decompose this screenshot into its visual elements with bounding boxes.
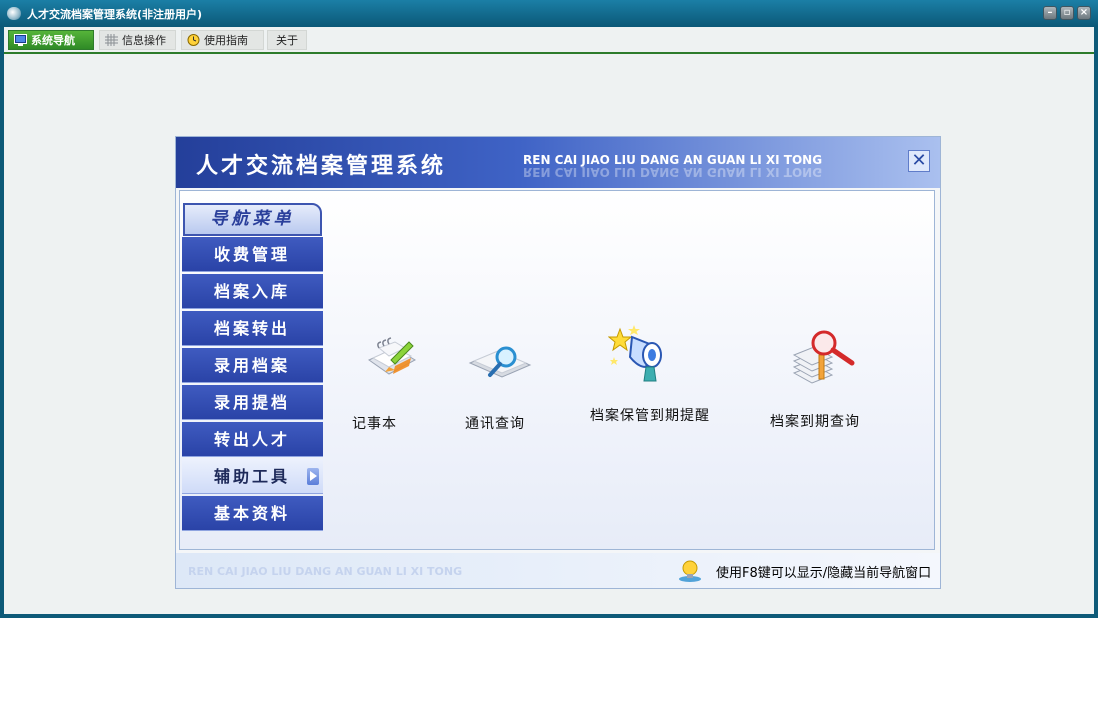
navigation-panel: 人才交流档案管理系统 REN CAI JIAO LIU DANG AN GUAN…	[175, 136, 941, 589]
menu-item-label: 辅助工具	[214, 467, 291, 486]
menu-item-label: 档案转出	[214, 319, 291, 338]
menu-item-fee-management[interactable]: 收费管理	[182, 237, 323, 272]
app-icon	[7, 7, 21, 20]
close-window-button[interactable]: ×	[1077, 6, 1091, 20]
tab-system-navigation[interactable]: 系统导航	[8, 30, 94, 50]
lightbulb-icon	[679, 560, 701, 582]
window-title: 人才交流档案管理系统(非注册用户)	[27, 8, 203, 21]
menu-item-archive-in[interactable]: 档案入库	[182, 274, 323, 309]
panel-banner: 人才交流档案管理系统 REN CAI JIAO LIU DANG AN GUAN…	[176, 137, 940, 188]
address-search-icon	[468, 346, 532, 378]
reminder-icon	[608, 325, 662, 382]
footer-title-en: REN CAI JIAO LIU DANG AN GUAN LI XI TONG	[188, 565, 463, 578]
notepad-icon	[368, 337, 417, 375]
tool-archive-expiry-reminder[interactable]: 档案保管到期提醒	[590, 323, 730, 431]
tab-info-operations[interactable]: 信息操作	[99, 30, 176, 50]
tab-label: 信息操作	[122, 34, 166, 47]
tool-label: 档案到期查询	[770, 414, 860, 430]
monitor-icon	[14, 34, 27, 46]
tool-label: 通讯查询	[465, 416, 525, 432]
tab-label: 系统导航	[31, 34, 75, 47]
tab-user-guide[interactable]: 使用指南	[181, 30, 264, 50]
menu-item-hired-retrieval[interactable]: 录用提档	[182, 385, 323, 420]
tool-label: 档案保管到期提醒	[590, 408, 710, 424]
menu-header: 导航菜单	[183, 203, 322, 236]
menu-item-label: 录用提档	[214, 393, 291, 412]
tool-address-search[interactable]: 通讯查询	[464, 331, 544, 432]
tab-label: 关于	[276, 34, 298, 47]
clock-icon	[187, 34, 200, 46]
menu-item-hired-archives[interactable]: 录用档案	[182, 348, 323, 383]
tool-notepad[interactable]: 记事本	[352, 331, 430, 432]
menu-item-label: 收费管理	[214, 245, 291, 264]
panel-footer: REN CAI JIAO LIU DANG AN GUAN LI XI TONG…	[176, 553, 940, 588]
menu-item-label: 档案入库	[214, 282, 291, 301]
title-bar[interactable]: 人才交流档案管理系统(非注册用户) – ▫ ×	[0, 0, 1098, 27]
menu-item-basic-data[interactable]: 基本资料	[182, 496, 323, 531]
menu-item-transfer-talent[interactable]: 转出人才	[182, 422, 323, 457]
file-search-icon	[792, 330, 855, 384]
panel-title-en-reflection: REN CAI JIAO LIU DANG AN GUAN LI XI TONG	[523, 165, 823, 179]
tab-bar: 系统导航 信息操作 使用指南 关于	[4, 27, 1094, 54]
tab-about[interactable]: 关于	[267, 30, 307, 50]
menu-item-archive-out[interactable]: 档案转出	[182, 311, 323, 346]
f8-hint: 使用F8键可以显示/隐藏当前导航窗口	[716, 566, 932, 581]
restore-button[interactable]: ▫	[1060, 6, 1074, 20]
panel-title: 人才交流档案管理系统	[196, 154, 447, 179]
tab-label: 使用指南	[204, 34, 248, 47]
tool-label: 记事本	[352, 416, 397, 432]
panel-content: 导航菜单 收费管理 档案入库 档案转出 录用档案 录用提档 转出人才 辅助工具 …	[179, 190, 935, 550]
arrow-right-icon	[307, 468, 319, 485]
tool-archive-expiry-query[interactable]: 档案到期查询	[770, 329, 880, 431]
panel-close-button[interactable]: ✕	[908, 150, 930, 172]
minimize-button[interactable]: –	[1043, 6, 1057, 20]
menu-item-label: 基本资料	[214, 504, 291, 523]
grid-icon	[105, 34, 118, 46]
client-area: 系统导航 信息操作 使用指南 关于 人才交流档案管理系统 REN CAI JIA…	[4, 27, 1094, 614]
menu-item-label: 录用档案	[214, 356, 291, 375]
app-window: 人才交流档案管理系统(非注册用户) – ▫ × 系统导航 信息操作 使用指南 关…	[0, 0, 1098, 618]
menu-item-label: 转出人才	[214, 430, 291, 449]
menu-item-auxiliary-tools[interactable]: 辅助工具	[182, 459, 323, 494]
